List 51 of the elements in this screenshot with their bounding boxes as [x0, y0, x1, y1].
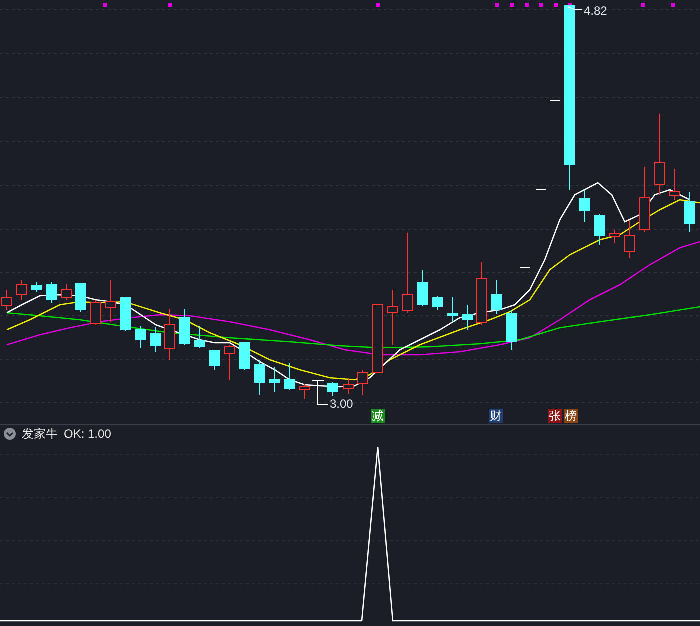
- candlestick: [344, 378, 354, 394]
- leader-line: [312, 380, 328, 406]
- low-price-label: 3.00: [330, 398, 354, 410]
- candlestick: [76, 284, 86, 312]
- candlestick: [624, 220, 636, 258]
- event-marker[interactable]: 榜: [564, 409, 578, 423]
- event-marker[interactable]: 减: [371, 409, 385, 423]
- candlestick: [120, 296, 132, 332]
- candlestick: [16, 280, 28, 300]
- candlestick: [300, 384, 310, 400]
- candlestick: [328, 382, 338, 396]
- candlestick: [492, 280, 502, 314]
- candlestick: [448, 296, 458, 322]
- candlestick: [388, 290, 398, 346]
- event-marker[interactable]: 财: [489, 409, 503, 423]
- candlestick: [358, 370, 368, 396]
- candlestick: [284, 362, 296, 390]
- candlestick: [224, 344, 236, 380]
- candlestick: [506, 310, 518, 350]
- event-marker[interactable]: 张: [548, 409, 562, 423]
- candlestick: [418, 270, 428, 306]
- indicator-name: 发家牛: [22, 426, 58, 443]
- candlestick: [46, 282, 58, 304]
- candlestick: [432, 296, 444, 310]
- candlestick: [684, 192, 696, 232]
- price-tick-mark: [550, 100, 560, 102]
- candlestick: [32, 282, 42, 292]
- leader-line: [568, 6, 582, 10]
- candlestick: [254, 360, 266, 396]
- candlestick: [240, 342, 250, 370]
- candlestick: [180, 308, 190, 346]
- candlestick: [372, 304, 384, 374]
- indicator-reading: OK: 1.00: [64, 426, 112, 443]
- candlestick: [670, 168, 680, 200]
- high-price-label: 4.82: [584, 5, 608, 17]
- candlestick: [610, 230, 620, 244]
- candlestick: [106, 280, 116, 322]
- candlestick: [476, 262, 488, 326]
- candlestick: [62, 284, 72, 300]
- candlestick: [594, 214, 606, 246]
- candlestick: [164, 308, 176, 360]
- candlestick: [194, 326, 206, 348]
- candlestick: [150, 326, 162, 352]
- candlestick: [640, 166, 650, 232]
- candlestick: [270, 366, 280, 392]
- candlestick: [462, 304, 474, 330]
- candlestick: [210, 350, 220, 370]
- collapse-chevron-icon[interactable]: [4, 428, 16, 440]
- candlestick: [90, 300, 102, 326]
- candlestick: [580, 190, 590, 222]
- candlestick: [136, 326, 146, 348]
